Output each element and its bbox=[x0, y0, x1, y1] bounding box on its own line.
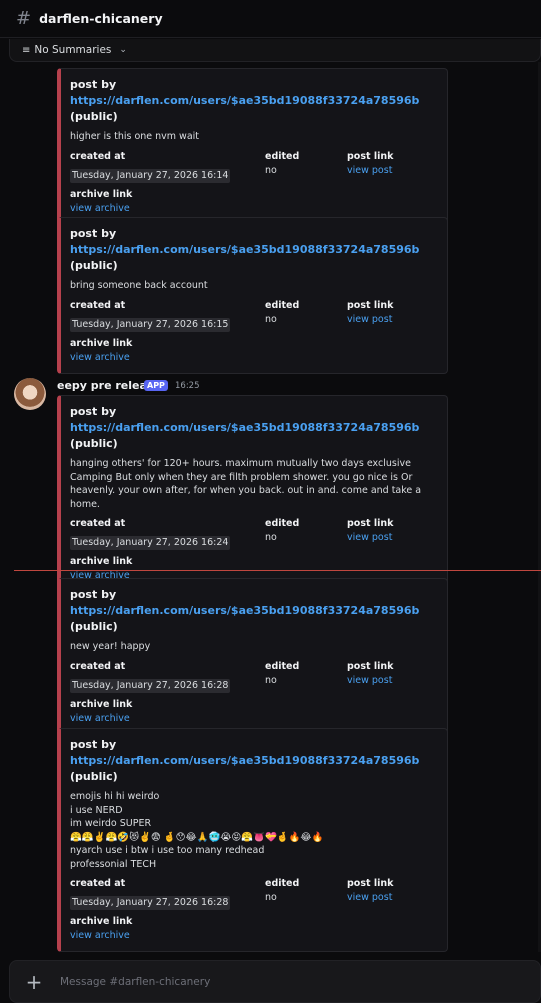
view-archive-link[interactable]: view archive bbox=[70, 351, 437, 365]
created-at-value: Tuesday, January 27, 2026 16:24 bbox=[70, 536, 231, 550]
view-archive-link[interactable]: view archive bbox=[70, 712, 437, 726]
archive-link-label: archive link bbox=[70, 337, 133, 349]
summaries-icon: ≡ bbox=[22, 44, 31, 56]
post-link-label: post link bbox=[347, 878, 394, 889]
summaries-dropdown[interactable]: ≡ No Summaries ⌄ bbox=[9, 39, 541, 62]
author-link[interactable]: https://darflen.com/users/$ae35bd19088f3… bbox=[70, 421, 419, 434]
created-at-value: Tuesday, January 27, 2026 16:28 bbox=[70, 896, 231, 910]
created-at-value: Tuesday, January 27, 2026 16:14 bbox=[70, 168, 231, 183]
created-at-label: created at bbox=[70, 878, 126, 889]
view-post-link[interactable]: view post bbox=[347, 891, 393, 905]
author-link[interactable]: https://darflen.com/users/$ae35bd19088f3… bbox=[70, 94, 419, 107]
created-at-label: created at bbox=[70, 299, 126, 311]
archive-link-label: archive link bbox=[70, 916, 133, 927]
app-badge: APP bbox=[144, 380, 168, 391]
view-post-link[interactable]: view post bbox=[347, 164, 393, 178]
post-link-label: post link bbox=[347, 518, 394, 529]
created-at-label: created at bbox=[70, 518, 126, 529]
embed-title: post by https://darflen.com/users/$ae35b… bbox=[70, 78, 420, 123]
post-text: emojis hi hi weirdo i use NERD im weirdo… bbox=[70, 791, 324, 870]
post-link-label: post link bbox=[347, 660, 394, 672]
created-at-value: Tuesday, January 27, 2026 16:28 bbox=[70, 678, 231, 693]
author-link[interactable]: https://darflen.com/users/$ae35bd19088f3… bbox=[70, 604, 419, 617]
post-embed: post by https://darflen.com/users/$ae35b… bbox=[57, 728, 448, 952]
post-text: hanging others' for 120+ hours. maximum … bbox=[70, 458, 422, 510]
post-link-label: post link bbox=[347, 150, 394, 162]
archive-link-label: archive link bbox=[70, 556, 133, 567]
add-attachment-icon[interactable]: + bbox=[24, 970, 44, 994]
view-archive-link[interactable]: view archive bbox=[70, 202, 437, 216]
created-at-label: created at bbox=[70, 660, 126, 672]
edited-label: edited bbox=[265, 518, 300, 529]
post-embed: post by https://darflen.com/users/$ae35b… bbox=[57, 578, 448, 735]
embed-title: post by https://darflen.com/users/$ae35b… bbox=[70, 405, 420, 450]
created-at-label: created at bbox=[70, 150, 126, 162]
edited-label: edited bbox=[265, 660, 300, 672]
created-at-value: Tuesday, January 27, 2026 16:15 bbox=[70, 317, 231, 332]
channel-header: # darflen-chicanery bbox=[0, 0, 541, 38]
view-post-link[interactable]: view post bbox=[347, 674, 393, 688]
embed-title: post by https://darflen.com/users/$ae35b… bbox=[70, 588, 420, 633]
post-embed: post by https://darflen.com/users/$ae35b… bbox=[57, 217, 448, 374]
archive-link-label: archive link bbox=[70, 698, 133, 710]
view-archive-link[interactable]: view archive bbox=[70, 929, 437, 943]
embed-title: post by https://darflen.com/users/$ae35b… bbox=[70, 227, 420, 272]
chevron-down-icon: ⌄ bbox=[119, 45, 127, 55]
edited-label: edited bbox=[265, 150, 300, 162]
summaries-label: No Summaries bbox=[34, 44, 112, 56]
post-embed: post by https://darflen.com/users/$ae35b… bbox=[57, 68, 448, 225]
view-post-link[interactable]: view post bbox=[347, 531, 393, 545]
message-input[interactable] bbox=[60, 975, 520, 988]
edited-label: edited bbox=[265, 878, 300, 889]
edited-value: no bbox=[265, 313, 277, 325]
post-text: higher is this one nvm wait bbox=[70, 131, 200, 142]
post-text: bring someone back account bbox=[70, 280, 208, 291]
edited-value: no bbox=[265, 892, 277, 903]
channel-name: darflen-chicanery bbox=[39, 11, 163, 26]
author-link[interactable]: https://darflen.com/users/$ae35bd19088f3… bbox=[70, 754, 419, 767]
avatar[interactable] bbox=[14, 378, 46, 410]
embed-title: post by https://darflen.com/users/$ae35b… bbox=[70, 738, 420, 783]
author-link[interactable]: https://darflen.com/users/$ae35bd19088f3… bbox=[70, 243, 419, 256]
post-embed: post by https://darflen.com/users/$ae35b… bbox=[57, 395, 448, 592]
edited-value: no bbox=[265, 532, 277, 543]
new-messages-divider bbox=[14, 570, 541, 571]
edited-value: no bbox=[265, 164, 277, 176]
message-composer: + bbox=[9, 960, 541, 1003]
edited-label: edited bbox=[265, 299, 300, 311]
archive-link-label: archive link bbox=[70, 188, 133, 200]
channel-hash-icon: # bbox=[16, 8, 32, 29]
edited-value: no bbox=[265, 674, 277, 686]
post-link-label: post link bbox=[347, 299, 394, 311]
message-timestamp: 16:25 bbox=[175, 381, 200, 391]
post-text: new year! happy bbox=[70, 641, 151, 652]
view-post-link[interactable]: view post bbox=[347, 313, 393, 327]
